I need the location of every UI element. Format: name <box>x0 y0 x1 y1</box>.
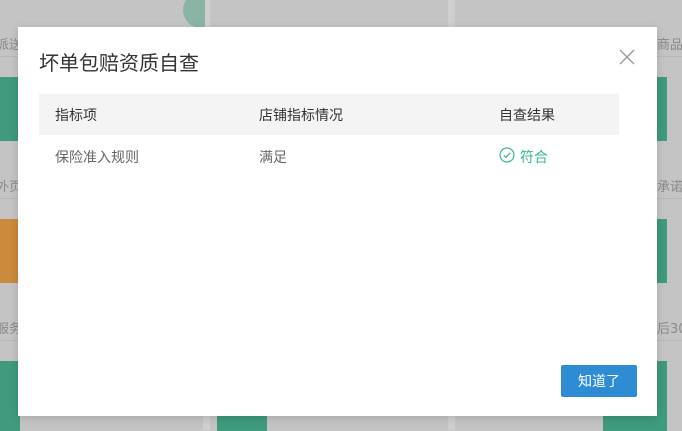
bg-text: 承诺在 <box>657 180 682 195</box>
check-table: 指标项 店铺指标情况 自查结果 保险准入规则 满足 符合 <box>39 94 619 179</box>
check-badge-icon <box>183 0 205 28</box>
close-icon[interactable] <box>618 48 636 66</box>
cell-item: 保险准入规则 <box>55 150 139 166</box>
bg-text: 后30天 <box>657 322 682 337</box>
qualification-check-dialog: 坏单包赔资质自查 指标项 店铺指标情况 自查结果 保险准入规则 满足 符合 知道… <box>18 27 657 416</box>
table-header: 指标项 店铺指标情况 自查结果 <box>39 94 619 135</box>
confirm-button[interactable]: 知道了 <box>561 365 637 397</box>
cell-result: 符合 <box>499 147 619 167</box>
dialog-title: 坏单包赔资质自查 <box>39 51 199 75</box>
header-item: 指标项 <box>55 107 97 124</box>
header-store-status: 店铺指标情况 <box>259 107 343 124</box>
cell-status: 满足 <box>259 150 287 166</box>
header-result: 自查结果 <box>499 107 555 124</box>
card-image <box>657 219 667 283</box>
card-image <box>0 219 18 283</box>
card-image <box>0 361 20 431</box>
check-circle-icon <box>499 147 515 167</box>
bg-text: 商品退 <box>657 38 682 53</box>
result-text: 符合 <box>520 150 548 166</box>
table-row: 保险准入规则 满足 符合 <box>39 135 619 179</box>
card-image <box>657 77 667 141</box>
card-image <box>0 77 18 141</box>
